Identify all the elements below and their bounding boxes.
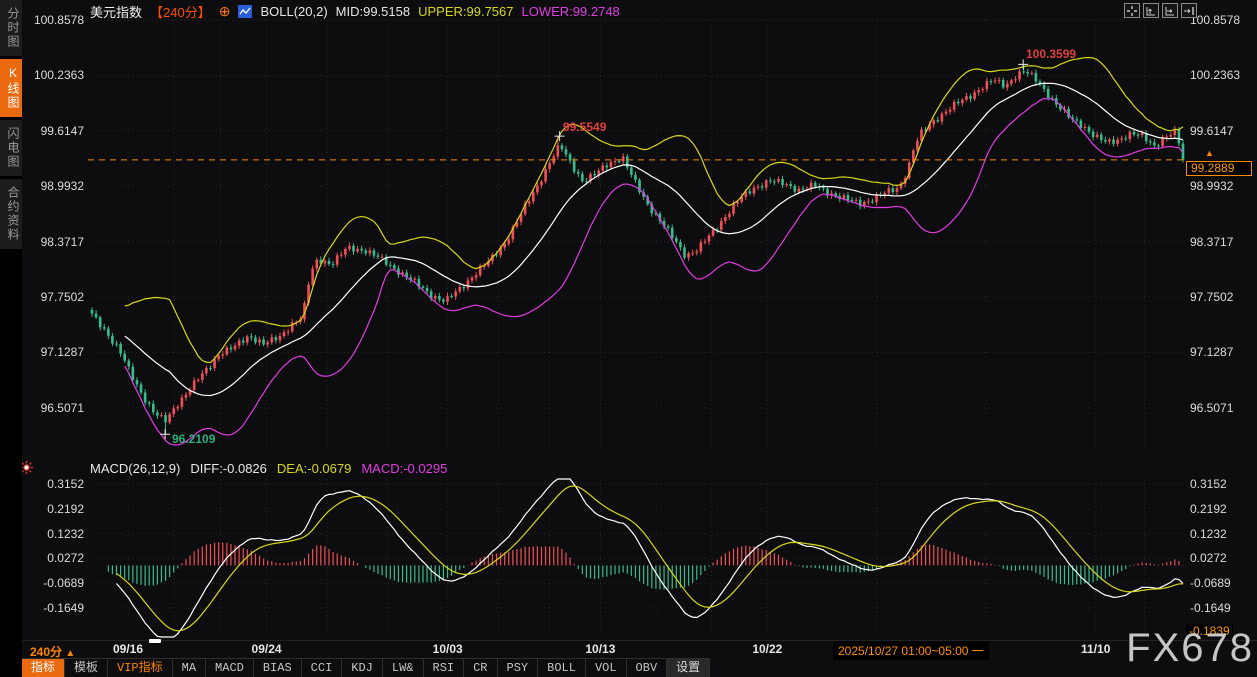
toolbar-item-BOLL[interactable]: BOLL	[538, 659, 586, 677]
sidebar-tab-kline[interactable]: K线图	[0, 59, 22, 117]
annotation-high-price: 100.3599	[1026, 47, 1077, 61]
annotation-swing-high-price: 99.5549	[563, 120, 607, 134]
collapse-panel-icon[interactable]	[1181, 3, 1197, 18]
toolbar-item-OBV[interactable]: OBV	[627, 659, 668, 677]
macd-dea-value: DEA:-0.0679	[276, 461, 352, 476]
x-date-label: 11/10	[1081, 642, 1111, 656]
macd-header: MACD(26,12,9) DIFF:-0.0826 DEA:-0.0679 M…	[90, 461, 447, 476]
chart-tool-icons	[1124, 3, 1197, 18]
boll-mid-value: MID:99.5158	[335, 3, 411, 19]
sidebar-tab-contract-info[interactable]: 合约资料	[0, 179, 22, 249]
toolbar-item-CCI[interactable]: CCI	[302, 659, 343, 677]
toolbar-item-MACD[interactable]: MACD	[206, 659, 254, 677]
boll-label: BOLL(20,2)	[260, 3, 328, 19]
macd-title: MACD(26,12,9)	[90, 461, 181, 476]
indicator-toolbar: 指标 模板 VIP指标 MA MACD BIAS CCI KDJ LW& RSI CR PSY BOLL…	[22, 658, 711, 677]
scrollbar-thumb[interactable]	[149, 639, 161, 643]
chart-header: 美元指数 【240分】 ⊕ BOLL(20,2) MID:99.5158 UPP…	[90, 3, 620, 20]
toolbar-item-CR[interactable]: CR	[464, 659, 498, 677]
macd-bottom-value-box: -0.1839	[1186, 624, 1233, 638]
toolbar-item-设置[interactable]: 设置	[667, 659, 711, 677]
toolbar-item-VOL[interactable]: VOL	[586, 659, 627, 677]
chart-type-icon[interactable]	[238, 4, 253, 18]
symbol-name: 美元指数	[90, 4, 143, 20]
candle-info-tooltip: 2025/10/27 01:00~05:00 一	[833, 641, 989, 660]
toolbar-item-KDJ[interactable]: KDJ	[342, 659, 383, 677]
toolbar-item-VIP指标[interactable]: VIP指标	[108, 659, 173, 677]
chart-canvas[interactable]	[0, 0, 1257, 677]
price-up-arrow-icon: ▲	[1205, 148, 1214, 158]
x-axis-row: 240分 ▲	[22, 640, 1257, 659]
macd-macd-value: MACD:-0.0295	[361, 461, 448, 476]
annotation-low-price: 96.2109	[172, 432, 216, 446]
toolbar-item-指标[interactable]: 指标	[22, 659, 66, 677]
boll-lower-value: LOWER:99.2748	[521, 3, 620, 19]
x-date-label: 09/16	[112, 642, 144, 656]
x-date-label: 09/24	[251, 642, 282, 656]
y-axis-zoom-icon[interactable]	[1143, 3, 1159, 18]
period-label: 【240分】	[150, 4, 211, 20]
toolbar-item-模板[interactable]: 模板	[65, 659, 109, 677]
toolbar-item-MA[interactable]: MA	[173, 659, 207, 677]
x-axis-zoom-icon[interactable]	[1162, 3, 1178, 18]
x-date-label: 10/22	[752, 642, 783, 656]
macd-diff-value: DIFF:-0.0826	[190, 461, 267, 476]
toolbar-item-LW&[interactable]: LW&	[383, 659, 424, 677]
x-date-label: 10/03	[432, 642, 463, 656]
toolbar-item-PSY[interactable]: PSY	[498, 659, 539, 677]
sidebar-tab-timeshare[interactable]: 分时图	[0, 0, 22, 56]
sidebar-tab-lightning[interactable]: 闪电图	[0, 120, 22, 176]
toolbar-item-RSI[interactable]: RSI	[424, 659, 465, 677]
x-date-label: 10/13	[585, 642, 616, 656]
current-price-box: 99.2889	[1186, 161, 1252, 176]
boll-upper-value: UPPER:99.7567	[418, 3, 514, 19]
add-indicator-icon[interactable]: ⊕	[219, 4, 231, 18]
trading-app: 分时图 K线图 闪电图 合约资料 美元指数 【240分】 ⊕ BOLL(20,2…	[0, 0, 1257, 677]
chart-type-sidebar: 分时图 K线图 闪电图 合约资料	[0, 0, 22, 677]
crosshair-icon[interactable]	[1124, 3, 1140, 18]
toolbar-item-BIAS[interactable]: BIAS	[254, 659, 302, 677]
